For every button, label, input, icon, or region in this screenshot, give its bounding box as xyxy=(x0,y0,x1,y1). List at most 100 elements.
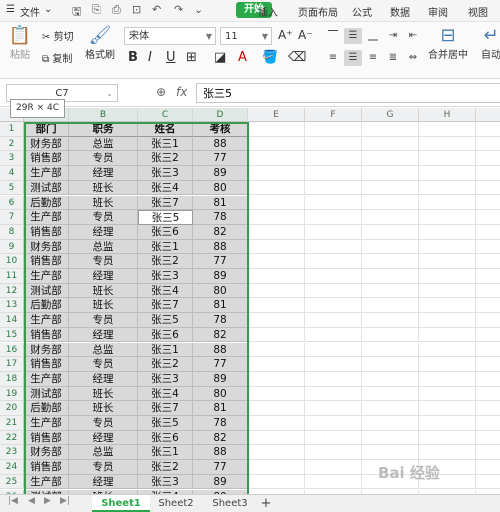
table-cell[interactable] xyxy=(476,196,500,211)
column-header-f[interactable]: F xyxy=(305,108,362,122)
row-header[interactable]: 16 xyxy=(0,342,24,358)
table-cell[interactable]: 专员 xyxy=(69,313,138,328)
table-cell[interactable] xyxy=(248,313,305,328)
table-cell[interactable]: 78 xyxy=(193,313,248,328)
table-cell[interactable]: 班长 xyxy=(69,298,138,314)
table-cell[interactable]: 张三7 xyxy=(138,298,193,314)
table-cell[interactable] xyxy=(419,180,476,196)
table-cell[interactable] xyxy=(476,254,500,269)
table-cell[interactable]: 张三2 xyxy=(138,357,193,372)
save-icon[interactable]: 🖫 xyxy=(72,3,81,22)
align-middle-icon[interactable]: ☰ xyxy=(344,28,362,44)
first-sheet-icon[interactable]: |◀ xyxy=(8,496,18,506)
column-header-i[interactable]: I xyxy=(476,108,500,122)
table-cell[interactable] xyxy=(305,460,362,475)
table-cell[interactable]: 82 xyxy=(193,224,248,240)
table-cell[interactable] xyxy=(419,136,476,152)
table-cell[interactable] xyxy=(476,460,500,475)
table-cell[interactable] xyxy=(305,386,362,402)
table-cell[interactable]: 班长 xyxy=(69,401,138,416)
table-cell[interactable]: 张三1 xyxy=(138,342,193,358)
table-cell[interactable]: 测试部 xyxy=(24,386,69,402)
row-header[interactable]: 9 xyxy=(0,239,24,255)
table-cell[interactable] xyxy=(305,269,362,284)
table-cell[interactable] xyxy=(248,460,305,475)
table-cell[interactable] xyxy=(248,298,305,314)
table-cell[interactable]: 张三6 xyxy=(138,327,193,343)
auto-wrap-button[interactable]: ↵ 自动 xyxy=(476,26,500,62)
table-cell[interactable]: 经理 xyxy=(69,430,138,446)
table-cell[interactable] xyxy=(305,254,362,269)
table-cell[interactable]: 82 xyxy=(193,327,248,343)
table-cell[interactable] xyxy=(476,431,500,446)
align-center-icon[interactable]: ☰ xyxy=(344,50,362,66)
table-cell[interactable] xyxy=(419,254,476,269)
row-header[interactable]: 15 xyxy=(0,327,24,343)
tab-view[interactable]: 视图 xyxy=(468,4,488,19)
table-cell[interactable] xyxy=(305,342,362,358)
table-cell[interactable]: 生产部 xyxy=(24,371,69,387)
table-cell[interactable]: 财务部 xyxy=(24,445,69,461)
more-icon[interactable]: ⌄ xyxy=(194,3,203,16)
table-cell[interactable] xyxy=(305,445,362,461)
table-cell[interactable] xyxy=(248,180,305,196)
align-left-icon[interactable]: ≡ xyxy=(324,50,342,66)
paste-button[interactable]: 📋 粘贴 xyxy=(6,26,34,62)
row-header[interactable]: 1 xyxy=(0,122,24,137)
table-cell[interactable]: 测试部 xyxy=(24,283,69,299)
table-cell[interactable]: 张三7 xyxy=(138,195,193,211)
table-cell[interactable] xyxy=(362,327,419,343)
table-cell[interactable]: 88 xyxy=(193,136,248,152)
italic-icon[interactable]: I xyxy=(148,50,152,65)
table-cell[interactable] xyxy=(248,283,305,299)
table-cell[interactable]: 经理 xyxy=(69,224,138,240)
table-cell[interactable]: 生产部 xyxy=(24,166,69,181)
table-cell[interactable] xyxy=(419,401,476,416)
table-cell[interactable]: 77 xyxy=(193,460,248,475)
table-cell[interactable] xyxy=(305,357,362,372)
undo-icon[interactable]: ↶ xyxy=(152,3,161,16)
table-cell[interactable] xyxy=(362,283,419,299)
fx-icon[interactable]: fx xyxy=(176,85,187,99)
table-cell[interactable]: 经理 xyxy=(69,269,138,284)
table-cell[interactable] xyxy=(419,122,476,137)
table-cell[interactable] xyxy=(476,137,500,152)
table-cell[interactable] xyxy=(305,122,362,137)
table-cell[interactable]: 班长 xyxy=(69,195,138,211)
table-cell[interactable]: 销售部 xyxy=(24,254,69,269)
row-header[interactable]: 3 xyxy=(0,151,24,167)
row-header[interactable]: 25 xyxy=(0,474,24,490)
table-cell[interactable] xyxy=(248,269,305,284)
table-cell[interactable] xyxy=(362,342,419,358)
tab-insert[interactable]: 插入 xyxy=(258,4,278,19)
table-header-cell[interactable]: 考核 xyxy=(193,122,248,137)
table-cell[interactable] xyxy=(305,401,362,416)
table-cell[interactable] xyxy=(476,240,500,255)
table-cell[interactable] xyxy=(476,210,500,225)
table-cell[interactable] xyxy=(476,401,500,416)
table-cell[interactable]: 总监 xyxy=(69,136,138,152)
underline-icon[interactable]: U xyxy=(166,50,176,65)
table-cell[interactable] xyxy=(476,166,500,181)
table-cell[interactable] xyxy=(305,474,362,490)
table-cell[interactable] xyxy=(248,401,305,416)
table-cell[interactable]: 经理 xyxy=(69,371,138,387)
table-cell[interactable] xyxy=(248,210,305,225)
table-cell[interactable]: 张三2 xyxy=(138,460,193,475)
table-cell[interactable]: 销售部 xyxy=(24,327,69,343)
row-header[interactable]: 21 xyxy=(0,416,24,431)
row-header[interactable]: 18 xyxy=(0,371,24,387)
column-header-d[interactable]: D xyxy=(193,108,248,122)
table-cell[interactable]: 80 xyxy=(193,386,248,402)
row-header[interactable]: 11 xyxy=(0,269,24,284)
font-color-icon[interactable]: A xyxy=(238,50,247,65)
table-cell[interactable] xyxy=(305,136,362,152)
table-cell[interactable]: 班长 xyxy=(69,180,138,196)
table-cell[interactable] xyxy=(305,313,362,328)
table-cell[interactable] xyxy=(419,430,476,446)
table-cell[interactable] xyxy=(305,371,362,387)
table-cell[interactable]: 生产部 xyxy=(24,416,69,431)
table-cell[interactable] xyxy=(476,475,500,490)
font-name-select[interactable]: 宋体 ▼ xyxy=(124,27,216,45)
table-cell[interactable]: 77 xyxy=(193,254,248,269)
